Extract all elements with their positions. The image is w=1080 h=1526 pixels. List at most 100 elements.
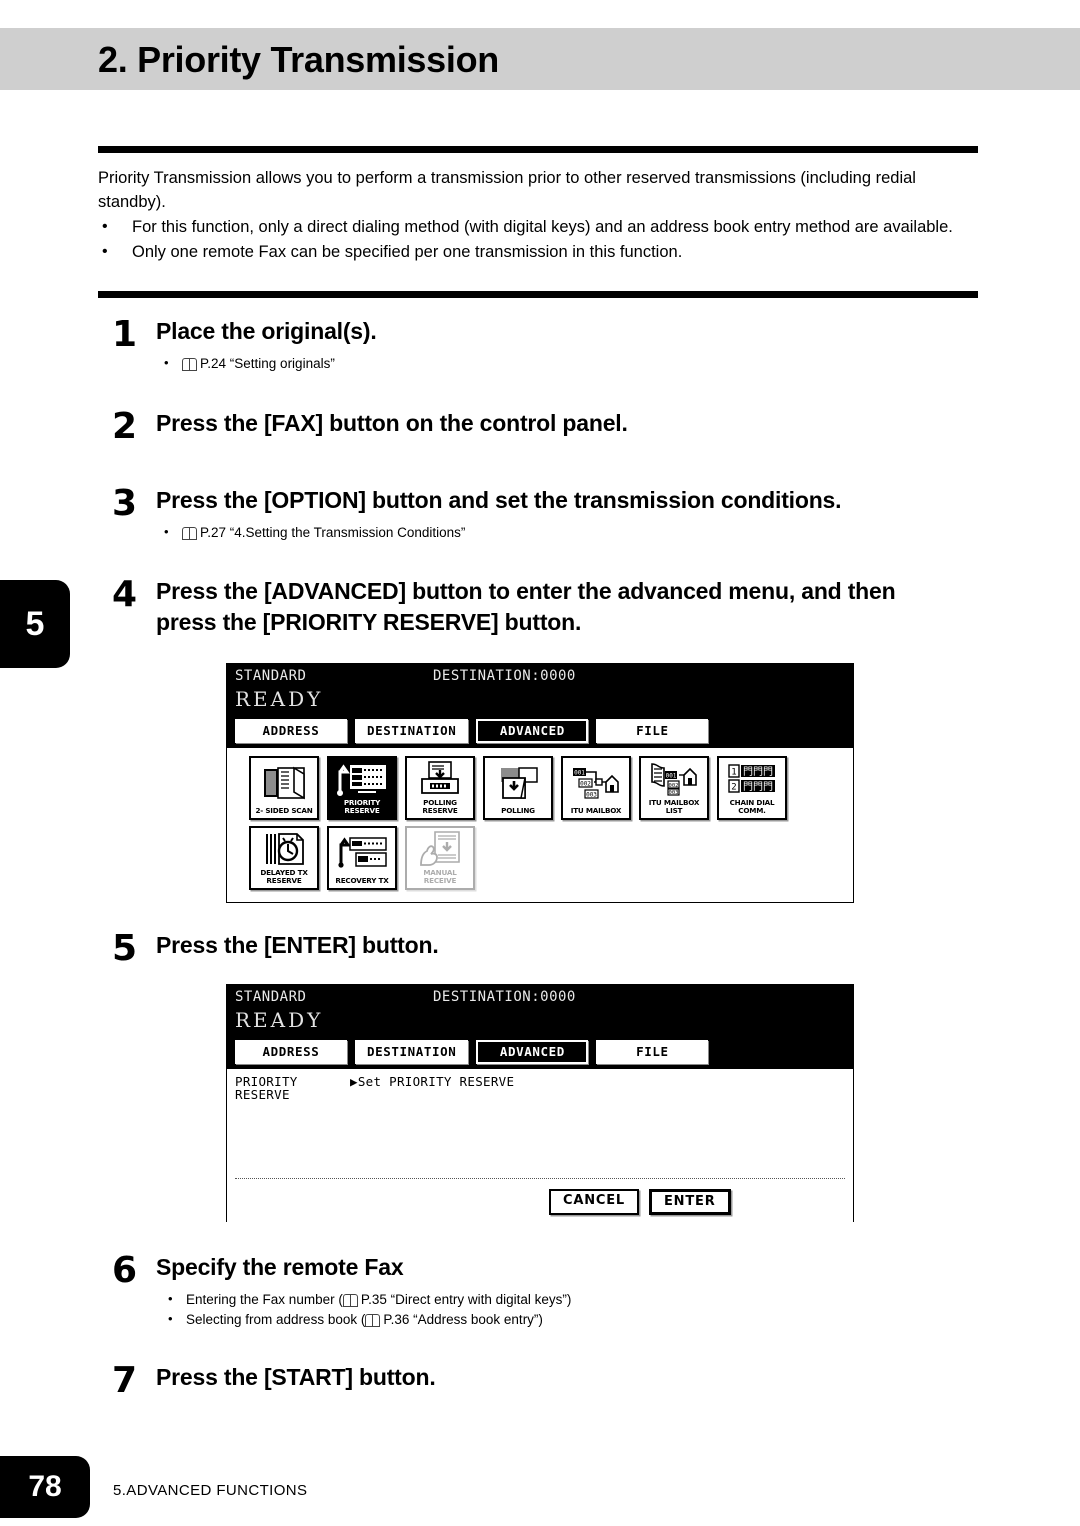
step-4-heading: Press the [ADVANCED] button to enter the… (156, 576, 992, 638)
lcd-enter-mode: STANDARD (235, 989, 307, 1005)
reference-line: • P.27 “4.Setting the Transmission Condi… (160, 523, 992, 543)
book-reference-icon (342, 1294, 358, 1307)
intro-bullet-text: Only one remote Fax can be specified per… (132, 243, 683, 261)
lcd-advanced-status-row: STANDARD DESTINATION:0000 (227, 664, 853, 686)
step-1-references: • P.24 “Setting originals” (160, 354, 972, 374)
reference-text: P.24 “Setting originals” (200, 356, 335, 371)
tab-advanced[interactable]: ADVANCED (476, 1040, 589, 1064)
itu-mailbox-list-icon: 001 002 003 (641, 758, 707, 799)
enter-button[interactable]: ENTER (649, 1189, 731, 1215)
key-label: CHAIN DIAL COMM. (729, 798, 775, 815)
svg-text:門門門: 門門門 (743, 781, 773, 793)
svg-text:2: 2 (731, 782, 736, 792)
svg-text:001: 001 (666, 772, 677, 779)
lcd-priority-reserve-confirm-screenshot: STANDARD DESTINATION:0000 READY ADDRESS … (226, 984, 854, 1223)
tab-address[interactable]: ADDRESS (235, 719, 347, 743)
step-3: 3 Press the [OPTION] button and set the … (112, 485, 992, 543)
itu-mailbox-icon: 001 002 003 (563, 758, 629, 807)
tab-advanced[interactable]: ADVANCED (476, 719, 589, 743)
lcd-enter-divider (235, 1178, 845, 1179)
bullet-mark: • (102, 218, 108, 235)
step-1-number: 1 (112, 314, 138, 355)
step-4-heading-line2: press the [PRIORITY RESERVE] button. (156, 609, 582, 635)
step-6-heading: Specify the remote Fax (156, 1254, 404, 1280)
manual-receive-icon (407, 828, 473, 869)
step-1: 1 Place the original(s). • P.24 “Setting… (112, 316, 972, 374)
reference-line: • Selecting from address book ( P.36 “Add… (164, 1310, 972, 1330)
key-chain-dial-comm[interactable]: 1 門門門 2 門門門 CHAIN DIAL COMM. (717, 756, 787, 820)
key-polling-reserve[interactable]: POLLING RESERVE (405, 756, 475, 820)
lcd-enter-body: PRIORITY RESERVE ▶Set PRIORITY RESERVE C… (227, 1069, 853, 1223)
tab-address[interactable]: ADDRESS (235, 1040, 347, 1064)
lcd-enter-header: STANDARD DESTINATION:0000 READY ADDRESS … (227, 985, 853, 1069)
key-2-sided-scan[interactable]: 2- SIDED SCAN (249, 756, 319, 820)
reference-text: P.27 “4.Setting the Transmission Conditi… (200, 525, 466, 540)
lcd-advanced-tab-row: ADDRESS DESTINATION ADVANCED FILE (235, 719, 709, 743)
chapter-tab-marker: 5 (0, 580, 70, 668)
lcd-advanced-body: 2- SIDED SCAN PRIORITY RESERVE POLLING R… (227, 748, 853, 900)
step-7: 7 Press the [START] button. (112, 1362, 972, 1400)
bullet-mark: • (164, 524, 169, 539)
setting-label: PRIORITY RESERVE (235, 1075, 335, 1101)
lcd-advanced-header: STANDARD DESTINATION:0000 READY ADDRESS … (227, 664, 853, 748)
reference-text: P.35 “Direct entry with digital keys”) (360, 1292, 572, 1307)
reference-prefix: Selecting from address book ( (186, 1312, 366, 1327)
step-4: 4 Press the [ADVANCED] button to enter t… (112, 576, 992, 638)
priority-reserve-icon (329, 758, 395, 799)
key-label: ITU MAILBOX (570, 806, 622, 815)
intro-block: Priority Transmission allows you to perf… (98, 166, 982, 264)
polling-reserve-icon (407, 758, 473, 799)
step-3-references: • P.27 “4.Setting the Transmission Condi… (160, 523, 992, 543)
step-5-number: 5 (112, 928, 138, 969)
reference-text: P.36 “Address book entry”) (383, 1312, 543, 1327)
intro-bullet-item: • Only one remote Fax can be specified p… (98, 240, 982, 264)
setting-value: ▶Set PRIORITY RESERVE (350, 1074, 515, 1089)
svg-text:003: 003 (586, 791, 597, 798)
tab-destination[interactable]: DESTINATION (355, 719, 469, 743)
key-priority-reserve[interactable]: PRIORITY RESERVE (327, 756, 397, 820)
polling-icon (485, 758, 551, 807)
step-5: 5 Press the [ENTER] button. (112, 930, 972, 968)
bullet-mark: • (164, 355, 169, 370)
step-7-number: 7 (112, 1360, 138, 1401)
footer-section-label: 5.ADVANCED FUNCTIONS (113, 1482, 308, 1499)
intro-bottom-rule (98, 291, 978, 298)
key-label: 2- SIDED SCAN (255, 806, 313, 815)
key-label: MANUAL RECEIVE (423, 868, 457, 885)
key-manual-receive: MANUAL RECEIVE (405, 826, 475, 890)
step-6-number: 6 (112, 1250, 138, 1291)
key-polling[interactable]: POLLING (483, 756, 553, 820)
lcd-enter-status-row: STANDARD DESTINATION:0000 (227, 985, 853, 1007)
key-itu-mailbox[interactable]: 001 002 003 ITU MAILBOX (561, 756, 631, 820)
svg-text:002: 002 (580, 780, 591, 787)
key-delayed-tx-reserve[interactable]: DELAYED TX RESERVE (249, 826, 319, 890)
lcd-advanced-state: READY (235, 687, 324, 711)
setting-label-line2: RESERVE (235, 1087, 290, 1102)
key-label: RECOVERY TX (335, 876, 389, 885)
key-label: DELAYED TX RESERVE (260, 868, 308, 885)
lcd-advanced-menu-screenshot: STANDARD DESTINATION:0000 READY ADDRESS … (226, 663, 854, 903)
cancel-button[interactable]: CANCEL (549, 1189, 639, 1215)
reference-line: • Entering the Fax number (P.35 “Direct … (164, 1290, 972, 1310)
tab-file[interactable]: FILE (596, 719, 709, 743)
svg-text:1: 1 (731, 767, 736, 777)
delayed-tx-reserve-icon (251, 828, 317, 869)
bullet-mark: • (102, 243, 108, 260)
lcd-enter-tab-row: ADDRESS DESTINATION ADVANCED FILE (235, 1040, 709, 1064)
step-2-number: 2 (112, 406, 138, 447)
chain-dial-comm-icon: 1 門門門 2 門門門 (719, 758, 785, 799)
tab-file[interactable]: FILE (596, 1040, 709, 1064)
lcd-advanced-destination: DESTINATION:0000 (433, 668, 576, 684)
reference-line: • P.24 “Setting originals” (160, 354, 972, 374)
book-reference-icon (182, 358, 197, 371)
tab-destination[interactable]: DESTINATION (355, 1040, 469, 1064)
intro-bullet-list: • For this function, only a direct diali… (98, 215, 982, 264)
reference-prefix: Entering the Fax number ( (186, 1292, 343, 1307)
step-2: 2 Press the [FAX] button on the control … (112, 408, 972, 446)
step-6-references: • Entering the Fax number ( P.35 “Direct … (164, 1290, 972, 1330)
key-itu-mailbox-list[interactable]: 001 002 003 ITU MAILBOX LIST (639, 756, 709, 820)
key-label: POLLING RESERVE (422, 798, 458, 815)
key-recovery-tx[interactable]: RECOVERY TX (327, 826, 397, 890)
bullet-mark: • (168, 1311, 173, 1326)
svg-text:003: 003 (669, 790, 679, 796)
